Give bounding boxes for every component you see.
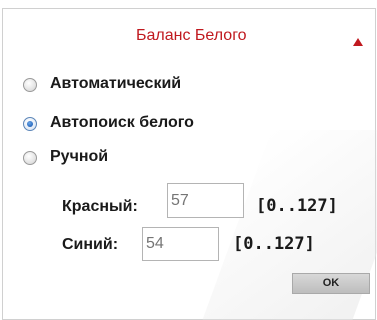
option-label-manual[interactable]: Ручной (50, 148, 108, 166)
blue-range: [0..127] (233, 234, 315, 254)
red-input[interactable] (167, 183, 244, 218)
radio-auto-search-white[interactable] (23, 117, 37, 131)
blue-input[interactable] (142, 227, 219, 261)
panel-title: Баланс Белого (136, 27, 247, 44)
blue-label: Синий: (62, 236, 119, 253)
radio-dot (27, 121, 33, 127)
radio-manual[interactable] (23, 151, 37, 165)
radio-automatic[interactable] (23, 78, 37, 92)
option-label-auto-search-white[interactable]: Автопоиск белого (50, 114, 194, 132)
triangle-up-icon[interactable] (353, 38, 363, 46)
screen: Баланс Белого Автоматический Автопоиск б… (0, 0, 377, 320)
red-label: Красный: (62, 198, 138, 215)
ok-button[interactable]: OK (292, 273, 370, 294)
option-label-automatic[interactable]: Автоматический (50, 75, 181, 93)
red-range: [0..127] (256, 196, 338, 216)
